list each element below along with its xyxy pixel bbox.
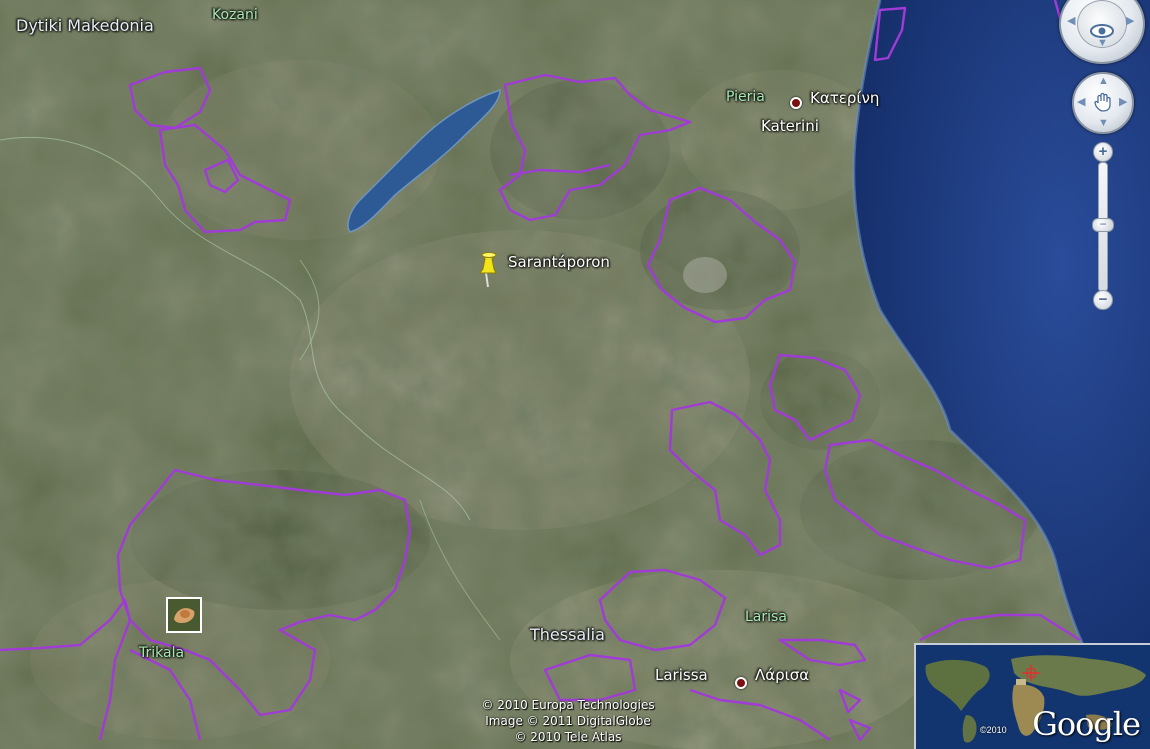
region-label-kozani: Kozani [212, 7, 258, 23]
photo-icon [168, 599, 200, 631]
move-control[interactable]: ▲ ▼ ◀ ▶ [1072, 72, 1134, 134]
region-label-larisa: Larisa [745, 609, 787, 625]
overview-inset-map[interactable]: ©2010 Google [914, 643, 1150, 749]
copyright-notice: © 2010 Europa Technologies Image © 2011 … [458, 697, 678, 745]
hand-icon [1094, 92, 1111, 112]
region-label-pieria: Pieria [726, 89, 765, 105]
copyright-line-2: Image © 2011 DigitalGlobe [485, 714, 651, 728]
google-logo: Google [1032, 705, 1141, 743]
yellow-pushpin-icon[interactable] [474, 251, 504, 291]
photo-thumbnail[interactable] [166, 597, 202, 633]
move-down-arrow[interactable]: ▼ [1098, 118, 1109, 129]
city-dot-larissa[interactable] [735, 677, 747, 689]
zoom-slider[interactable]: + − − [1092, 142, 1114, 310]
copyright-line-3: © 2010 Tele Atlas [514, 730, 622, 744]
copyright-line-1: © 2010 Europa Technologies [481, 698, 655, 712]
city-label-trikala: Trikala [139, 645, 185, 661]
zoom-out-button[interactable]: − [1093, 290, 1113, 310]
city-dot-katerini[interactable] [790, 97, 802, 109]
city-label-larissa: Larissa [655, 666, 708, 684]
city-label-larissa-greek: Λάρισα [755, 666, 810, 684]
zoom-in-button[interactable]: + [1093, 142, 1113, 162]
city-label-katerini-greek: Κατερίνη [810, 89, 880, 107]
move-left-arrow[interactable]: ◀ [1077, 97, 1085, 108]
region-label-thessalia: Thessalia [530, 625, 605, 644]
region-label-dytiki-makedonia: Dytiki Makedonia [16, 16, 154, 35]
map-view[interactable]: Dytiki Makedonia Kozani Pieria Κατερίνη … [0, 0, 1150, 749]
look-right-arrow[interactable]: ▶ [1126, 16, 1134, 27]
placemark-label-sarantaporon[interactable]: Sarantáporon [508, 253, 610, 271]
zoom-slider-thumb[interactable]: − [1092, 218, 1114, 232]
look-down-arrow[interactable]: ▼ [1097, 38, 1108, 49]
city-label-katerini: Katerini [761, 117, 819, 135]
look-left-arrow[interactable]: ◀ [1067, 16, 1075, 27]
inset-copyright: ©2010 [980, 725, 1007, 735]
move-up-arrow[interactable]: ▲ [1098, 76, 1109, 87]
move-right-arrow[interactable]: ▶ [1119, 97, 1127, 108]
